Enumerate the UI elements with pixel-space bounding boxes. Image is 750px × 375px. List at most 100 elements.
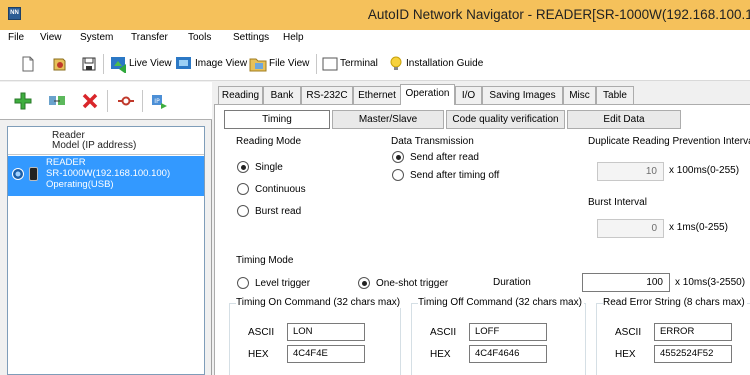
radio-continuous[interactable] [237,183,249,195]
connect-reader-icon[interactable] [48,92,66,110]
main-toolbar: Live View Image View File View Terminal … [0,47,750,81]
toolbar-separator [107,90,108,112]
settings-pane: Reading Bank RS-232C Ethernet Operation … [214,82,750,375]
reader-toolbar: IP [0,82,212,120]
duplicate-prevention-title: Duplicate Reading Prevention Interval [588,136,750,147]
read-error-hex-label: HEX [615,349,636,360]
timing-off-title: Timing Off Command (32 chars max) [418,297,584,308]
ip-settings-icon[interactable]: IP [151,92,169,110]
delete-reader-icon[interactable] [81,92,99,110]
reading-mode-title: Reading Mode [236,136,304,147]
timing-on-ascii-input[interactable]: LON [287,323,365,341]
menu-tools[interactable]: Tools [188,32,211,43]
timing-off-hex-label: HEX [430,349,451,360]
data-transmission-title: Data Transmission [391,136,476,147]
subtab-timing[interactable]: Timing [224,110,330,129]
radio-send-after-timing-off[interactable] [392,169,404,181]
menu-help[interactable]: Help [283,32,304,43]
menu-settings[interactable]: Settings [233,32,269,43]
subtab-edit-data[interactable]: Edit Data [567,110,681,129]
file-view-button[interactable]: File View [269,58,309,69]
toolbar-separator [103,54,104,74]
toolbar-separator [316,54,317,74]
menu-view[interactable]: View [40,32,62,43]
duration-label: Duration [493,277,531,288]
timing-on-ascii-label: ASCII [248,327,275,338]
label-send-after-timing-off[interactable]: Send after timing off [410,170,499,181]
toolbar-separator [142,90,143,112]
burst-interval-input[interactable]: 0 [597,219,664,238]
tab-misc[interactable]: Misc [563,86,596,104]
subtab-code-quality[interactable]: Code quality verification [446,110,565,129]
disconnect-icon[interactable] [117,92,135,110]
tab-reading[interactable]: Reading [218,86,263,104]
reader-pane: IP Reader Model (IP address) READER SR-1… [0,82,212,375]
menu-transfer[interactable]: Transfer [131,32,168,43]
lightbulb-icon[interactable] [388,56,404,72]
radio-one-shot-trigger[interactable] [358,277,370,289]
label-continuous[interactable]: Continuous [255,184,306,195]
radio-level-trigger[interactable] [237,277,249,289]
reader-list-header: Reader Model (IP address) [8,127,204,155]
reader-list: Reader Model (IP address) READER SR-1000… [7,126,205,375]
reader-name: READER [46,157,86,168]
window-title: AutoID Network Navigator - READER[SR-100… [0,7,750,22]
title-bar: NN AutoID Network Navigator - READER[SR-… [0,0,750,30]
label-single[interactable]: Single [255,162,283,173]
subtab-master-slave[interactable]: Master/Slave [332,110,444,129]
reader-device-icon [29,167,38,181]
terminal-icon[interactable] [322,56,338,72]
duplicate-interval-unit: x 100ms(0-255) [669,165,740,176]
tab-rs232c[interactable]: RS-232C [301,86,353,104]
tab-io[interactable]: I/O [455,86,482,104]
svg-text:IP: IP [154,98,160,105]
timing-on-title: Timing On Command (32 chars max) [236,297,403,308]
label-one-shot-trigger[interactable]: One-shot trigger [376,278,448,289]
read-error-ascii-label: ASCII [615,327,642,338]
new-file-icon[interactable] [20,56,36,72]
radio-burst-read[interactable] [237,205,249,217]
installation-guide-button[interactable]: Installation Guide [406,58,483,69]
tab-ethernet[interactable]: Ethernet [353,86,401,104]
burst-interval-title: Burst Interval [588,197,649,208]
status-globe-icon [12,168,24,180]
add-reader-icon[interactable] [14,92,32,110]
menu-file[interactable]: File [8,32,24,43]
duplicate-interval-input[interactable]: 10 [597,162,664,181]
image-view-icon[interactable] [175,55,193,73]
duration-input[interactable]: 100 [582,273,670,292]
operation-tab-panel: Timing Master/Slave Code quality verific… [214,104,750,375]
timing-off-ascii-label: ASCII [430,327,457,338]
read-error-hex-input[interactable]: 4552524F52 [654,345,732,363]
radio-single[interactable] [237,161,249,173]
live-view-icon[interactable] [110,55,128,73]
label-level-trigger[interactable]: Level trigger [255,278,310,289]
timing-off-ascii-input[interactable]: LOFF [469,323,547,341]
reader-model-ip: SR-1000W(192.168.100.100) [46,168,171,179]
tab-table[interactable]: Table [596,86,634,104]
timing-on-hex-input[interactable]: 4C4F4E [287,345,365,363]
tab-operation[interactable]: Operation [400,84,455,105]
file-view-icon[interactable] [249,55,267,73]
tab-bank[interactable]: Bank [263,86,301,104]
radio-send-after-read[interactable] [392,151,404,163]
open-icon[interactable] [52,56,68,72]
read-error-ascii-input[interactable]: ERROR [654,323,732,341]
duration-unit: x 10ms(3-2550) [675,277,746,288]
window-title-text: AutoID Network Navigator - READER[SR-100… [367,7,750,22]
burst-interval-unit: x 1ms(0-255) [669,222,728,233]
timing-mode-title: Timing Mode [236,255,296,266]
tab-saving-images[interactable]: Saving Images [482,86,563,104]
read-error-title: Read Error String (8 chars max) [603,297,747,308]
image-view-button[interactable]: Image View [195,58,247,69]
timing-on-hex-label: HEX [248,349,269,360]
label-send-after-read[interactable]: Send after read [410,152,479,163]
save-icon[interactable] [81,56,97,72]
header-model-ip: Model (IP address) [52,140,137,151]
terminal-button[interactable]: Terminal [340,58,378,69]
label-burst-read[interactable]: Burst read [255,206,301,217]
live-view-button[interactable]: Live View [129,58,172,69]
reader-row[interactable]: READER SR-1000W(192.168.100.100) Operati… [8,156,204,196]
timing-off-hex-input[interactable]: 4C4F4646 [469,345,547,363]
menu-system[interactable]: System [80,32,113,43]
